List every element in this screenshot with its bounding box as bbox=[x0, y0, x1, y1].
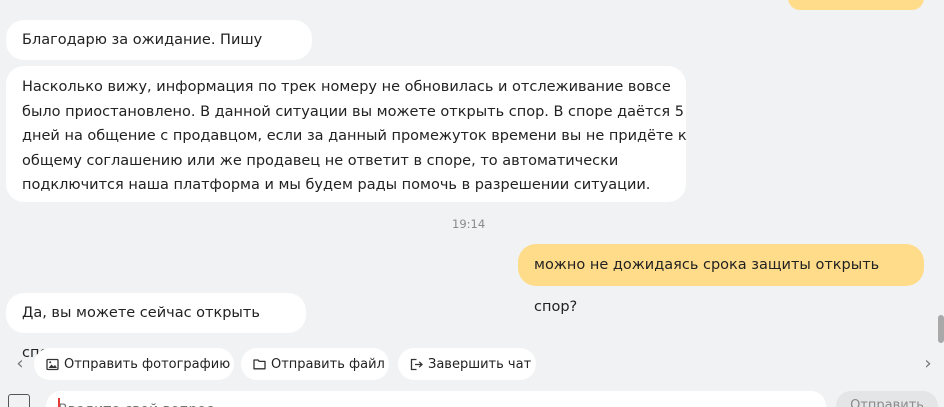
send-photo-label: Отправить фотографию bbox=[64, 356, 231, 372]
text-cursor bbox=[58, 398, 60, 407]
chevron-left-icon[interactable]: ‹ bbox=[10, 353, 30, 374]
message-line: Насколько вижу, информация по трек номер… bbox=[22, 79, 671, 95]
send-file-label: Отправить файл bbox=[271, 356, 385, 372]
message-input[interactable] bbox=[46, 391, 826, 407]
message-composer: Отправить bbox=[0, 385, 944, 407]
folder-icon bbox=[253, 359, 266, 370]
operator-message-bubble: Да, вы можете сейчас открыть спор. bbox=[6, 293, 306, 361]
send-photo-button[interactable]: Отправить фотографию bbox=[34, 348, 234, 380]
user-message-bubble: можно не дожидаясь срока защиты открыть … bbox=[518, 244, 924, 315]
end-chat-button[interactable]: Завершить чат bbox=[398, 348, 536, 380]
send-file-button[interactable]: Отправить файл bbox=[241, 348, 389, 380]
message-line: общему соглашению или же продавец не отв… bbox=[22, 152, 619, 169]
message-line: было приостановлено. В данной ситуации в… bbox=[22, 103, 684, 120]
user-message-bubble bbox=[788, 0, 924, 10]
attach-image-icon[interactable] bbox=[8, 394, 30, 407]
exit-icon bbox=[410, 358, 423, 370]
end-chat-label: Завершить чат bbox=[428, 356, 532, 372]
message-line: подключится наша платформа и мы будем ра… bbox=[22, 177, 651, 193]
chat-scrollbar[interactable] bbox=[938, 315, 944, 343]
chevron-right-icon[interactable]: › bbox=[918, 353, 938, 374]
message-timestamp: 19:14 bbox=[452, 217, 486, 231]
operator-message-bubble: Благодарю за ожидание. Пишу ответ. bbox=[6, 20, 312, 88]
send-button[interactable]: Отправить bbox=[836, 391, 938, 407]
message-line: дней на общение с продавцом, если за дан… bbox=[22, 128, 687, 144]
image-icon bbox=[46, 358, 59, 370]
quick-actions-bar: ‹ Отправить фотографию Отправить файл За… bbox=[0, 343, 944, 385]
operator-message-bubble: Насколько вижу, информация по трек номер… bbox=[6, 66, 687, 202]
